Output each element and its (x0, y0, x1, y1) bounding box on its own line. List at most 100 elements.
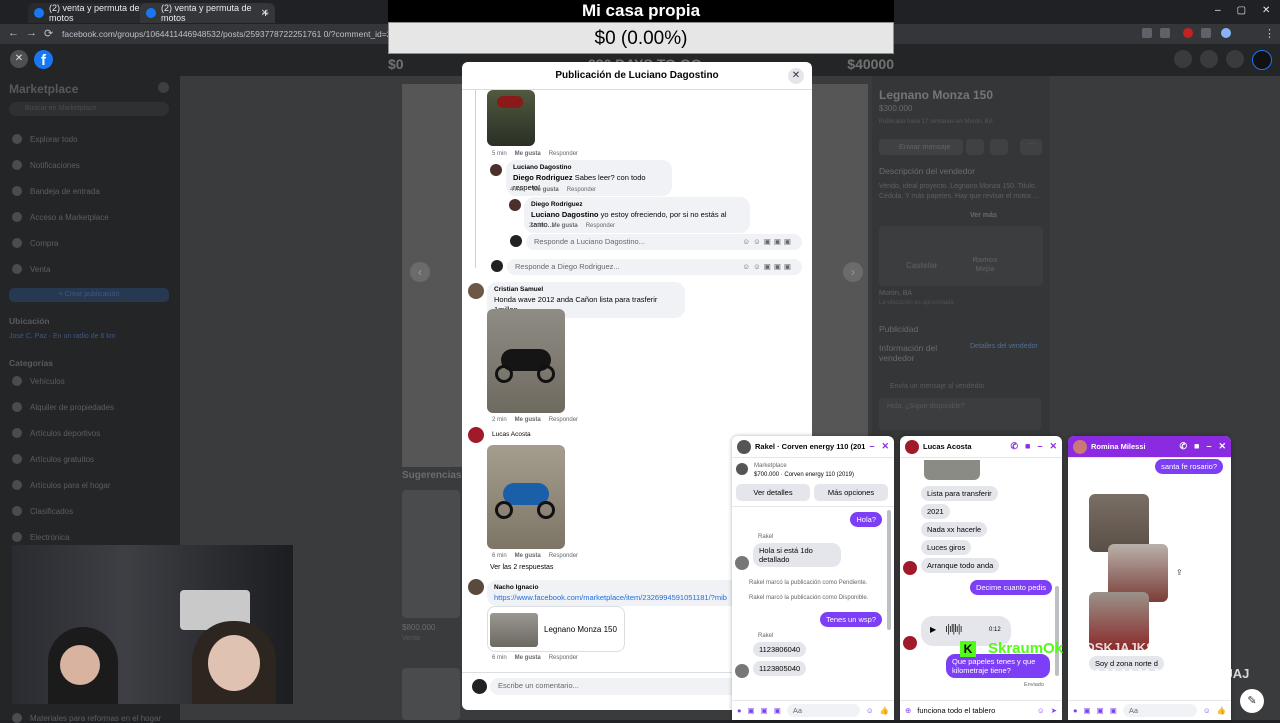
link-preview-card[interactable]: Legnano Monza 150 (487, 606, 625, 652)
next-photo-icon[interactable]: › (843, 262, 863, 282)
sidebar-item-buy[interactable]: Compra (12, 238, 58, 248)
sidebar-item-access[interactable]: Acceso a Marketplace (12, 212, 109, 222)
marketplace-link[interactable]: https://www.facebook.com/marketplace/ite… (494, 593, 727, 602)
category-home[interactable]: Artículos para el hogar (12, 480, 111, 490)
messenger-icon[interactable] (1200, 50, 1218, 68)
share-icon[interactable] (990, 139, 1008, 155)
sticker-icon[interactable]: ▣ (1097, 706, 1104, 715)
sidebar-item-notifications[interactable]: Notificaciones (12, 160, 80, 170)
reply-input[interactable]: Responde a Diego Rodriguez... ☺☺▣▣▣ (507, 259, 802, 275)
new-message-icon[interactable]: ✎ (1240, 689, 1264, 713)
seller-message-input[interactable]: Hola. ¿Sigue disponible? (879, 398, 1041, 430)
reload-icon[interactable]: ⟳ (44, 27, 53, 40)
mic-icon[interactable]: ● (1073, 706, 1078, 715)
extensions-puzzle-icon[interactable] (1201, 28, 1211, 38)
video-call-icon[interactable]: ■ (1025, 441, 1030, 452)
contact-avatar[interactable] (905, 439, 919, 454)
cast-icon[interactable] (1142, 28, 1152, 38)
reply-input[interactable]: Responde a Luciano Dagostino... ☺☺▣▣▣ (526, 234, 802, 250)
chat-title[interactable]: Rakel · Corven energy 110 (2019) (755, 442, 865, 451)
see-replies-link[interactable]: Ver las 2 respuestas (490, 564, 553, 571)
chat-photo[interactable] (924, 460, 980, 480)
chat-input[interactable]: Aa (786, 704, 860, 717)
previous-photo-icon[interactable]: ‹ (410, 262, 430, 282)
commenter-avatar[interactable] (468, 283, 484, 299)
close-chat-icon[interactable]: ✕ (881, 441, 889, 452)
chat-scrollbar[interactable] (1055, 586, 1059, 676)
comment-photo-motorcycle[interactable] (487, 445, 565, 549)
reply-emoji-icons[interactable]: ☺☺▣▣▣ (742, 262, 794, 271)
account-avatar[interactable] (1252, 50, 1272, 70)
like-icon[interactable]: 👍 (1217, 706, 1226, 715)
contact-avatar[interactable] (1073, 439, 1087, 454)
see-more-link[interactable]: Ver más (970, 212, 997, 219)
chat-scrollbar[interactable] (887, 510, 891, 630)
category-free[interactable]: Artículos gratuitos (12, 454, 94, 464)
new-tab-icon[interactable]: + (262, 6, 269, 20)
chat-title[interactable]: Romina Milessi (1091, 442, 1146, 451)
more-options-icon[interactable]: ··· (1020, 139, 1042, 155)
seller-details-link[interactable]: Detalles del vendedor (970, 343, 1038, 350)
view-details-button[interactable]: Ver detalles (736, 484, 810, 501)
facebook-logo-icon[interactable]: f (34, 50, 53, 69)
close-chat-icon[interactable]: ✕ (1049, 441, 1057, 452)
chat-input[interactable]: funciona todo el tablero (917, 706, 1031, 715)
commenter-name[interactable]: Lucas Acosta (492, 431, 531, 438)
call-icon[interactable]: ✆ (1010, 441, 1018, 452)
minimize-icon[interactable]: – (1215, 5, 1221, 16)
category-classifieds[interactable]: Clasificados (12, 506, 73, 516)
close-post-icon[interactable]: ✕ (10, 50, 28, 68)
sticker-icon[interactable]: ▣ (761, 706, 768, 715)
profile-avatar-icon[interactable] (1221, 28, 1231, 38)
minimize-chat-icon[interactable]: – (869, 441, 874, 452)
sidebar-item-sell[interactable]: Venta (12, 264, 50, 274)
browser-menu-icon[interactable]: ⋮ (1264, 27, 1275, 40)
call-icon[interactable]: ✆ (1179, 441, 1187, 452)
emoji-icon[interactable]: ☺ (1203, 706, 1211, 715)
category-vehicles[interactable]: Vehículos (12, 376, 65, 386)
comment-photo-motorcycle[interactable] (487, 309, 565, 413)
menu-grid-icon[interactable] (1174, 50, 1192, 68)
play-icon[interactable]: ▶ (930, 625, 936, 634)
image-icon[interactable]: ▣ (748, 706, 755, 715)
forward-icon[interactable]: → (26, 27, 37, 39)
add-icon[interactable]: ⊕ (905, 706, 911, 715)
gif-icon[interactable]: ▣ (1110, 706, 1117, 715)
category-rentals[interactable]: Alquiler de propiedades (12, 402, 114, 412)
extension-icon[interactable] (1183, 28, 1193, 38)
chat-header[interactable]: Rakel · Corven energy 110 (2019) – ✕ (732, 436, 894, 458)
comment-photo-motorcycle[interactable] (487, 90, 535, 146)
close-chat-icon[interactable]: ✕ (1218, 441, 1226, 452)
mic-icon[interactable]: ● (737, 706, 742, 715)
marketplace-search-input[interactable]: Buscar en Marketplace (9, 102, 169, 116)
browser-tab-active[interactable]: (2) venta y permuta de motos ✕ (140, 3, 275, 23)
image-icon[interactable]: ▣ (1084, 706, 1091, 715)
tab-search-icon[interactable] (6, 6, 20, 18)
suggestion-card-photo[interactable] (402, 668, 460, 720)
sidebar-item-explore[interactable]: Explorar todo (12, 134, 78, 144)
bookmark-star-icon[interactable] (1160, 28, 1170, 38)
save-listing-icon[interactable] (966, 139, 984, 155)
minimize-chat-icon[interactable]: – (1206, 441, 1211, 452)
settings-gear-icon[interactable] (158, 82, 169, 93)
more-options-button[interactable]: Más opciones (814, 484, 888, 501)
gif-icon[interactable]: ▣ (774, 706, 781, 715)
notifications-bell-icon[interactable] (1226, 50, 1244, 68)
location-map[interactable] (879, 226, 1043, 286)
commenter-avatar[interactable] (490, 164, 502, 176)
commenter-avatar[interactable] (468, 579, 484, 595)
video-call-icon[interactable]: ■ (1194, 441, 1199, 452)
chat-header[interactable]: Romina Milessi ✆ ■ – ✕ (1068, 436, 1231, 458)
chat-input[interactable]: Aa (1122, 704, 1197, 717)
location-value[interactable]: José C. Paz · En un radio de 6 km (9, 333, 116, 340)
category-renovation[interactable]: Materiales para reformas en el hogar (12, 713, 161, 723)
suggestion-card-photo[interactable] (402, 490, 460, 618)
reply-emoji-icons[interactable]: ☺☺▣▣▣ (742, 237, 794, 246)
emoji-icon[interactable]: ☺ (866, 706, 874, 715)
category-sports[interactable]: Artículos deportivos (12, 428, 100, 438)
send-message-button[interactable]: Enviar mensaje (879, 139, 963, 155)
address-bar-url[interactable]: facebook.com/groups/1064411446948532/pos… (62, 27, 392, 41)
close-window-icon[interactable]: ✕ (1262, 5, 1270, 16)
commenter-avatar[interactable] (468, 427, 484, 443)
share-icon[interactable]: ⇪ (1176, 568, 1183, 577)
